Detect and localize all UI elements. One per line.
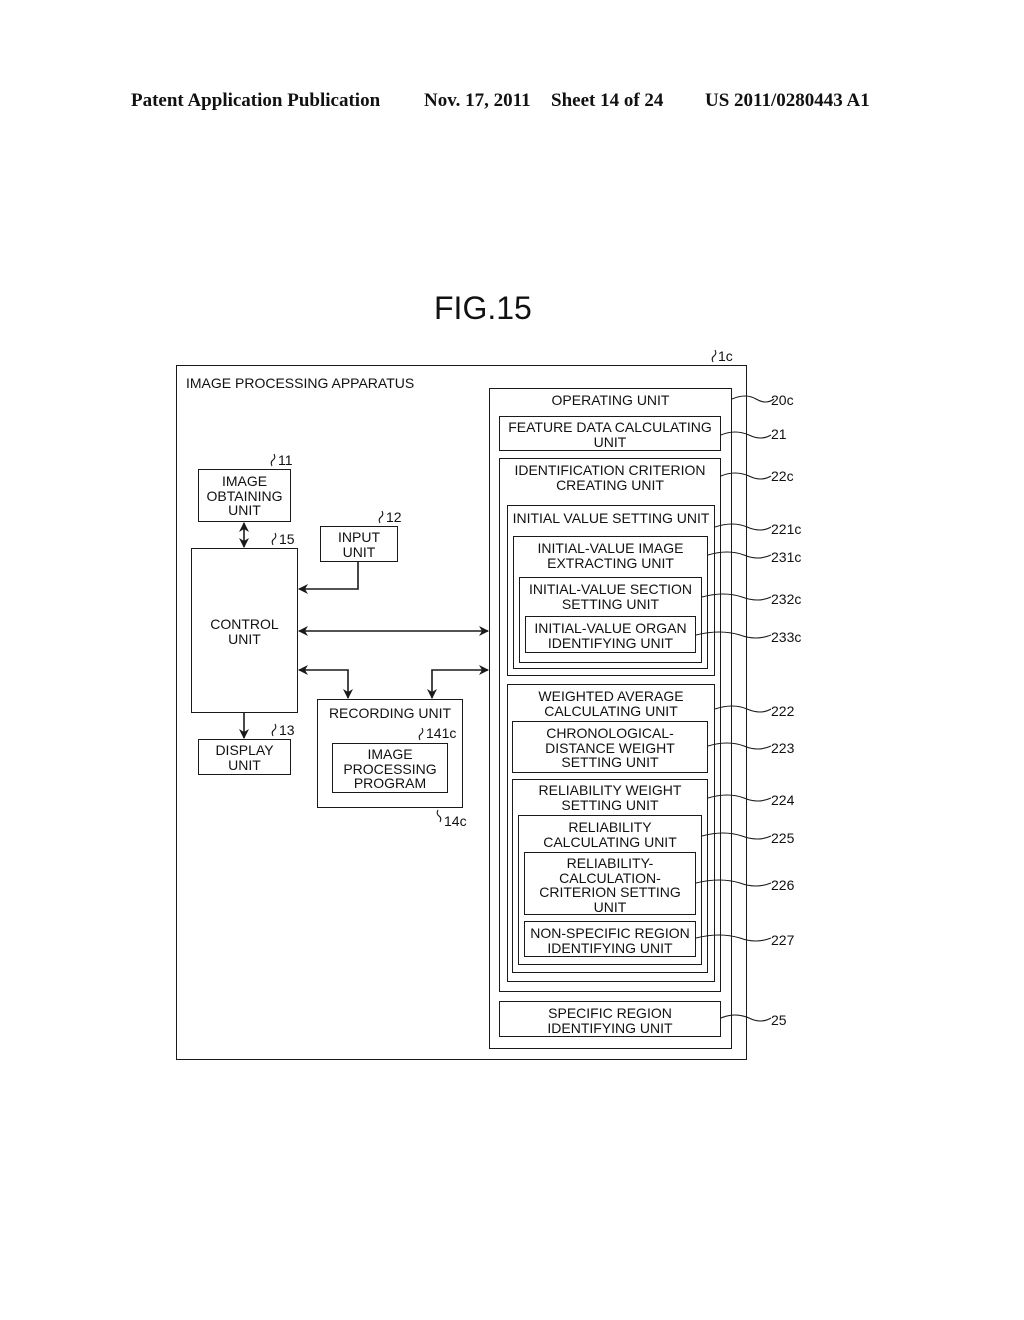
image-obtaining-unit-label: IMAGE OBTAINING UNIT bbox=[206, 473, 283, 518]
initial-value-section-setting-unit-label: INITIAL-VALUE SECTION SETTING UNIT bbox=[528, 581, 693, 612]
ref-227: 227 bbox=[771, 932, 795, 948]
identification-criterion-creating-unit-label: IDENTIFICATION CRITERION CREATING UNIT bbox=[514, 462, 706, 493]
image-processing-program-label: IMAGE PROCESSING PROGRAM bbox=[343, 746, 437, 791]
non-specific-region-identifying-unit-label: NON-SPECIFIC REGION IDENTIFYING UNIT bbox=[530, 925, 690, 956]
publication-label: Patent Application Publication bbox=[131, 90, 381, 111]
ref-226: 226 bbox=[771, 877, 795, 893]
input-unit-label: INPUT UNIT bbox=[338, 529, 380, 560]
ref-232c: 232c bbox=[771, 591, 802, 607]
initial-value-organ-identifying-unit-label: INITIAL-VALUE ORGAN IDENTIFYING UNIT bbox=[534, 620, 687, 651]
ref-223: 223 bbox=[771, 740, 795, 756]
reliability-calculating-unit-label: RELIABILITY CALCULATING UNIT bbox=[543, 819, 677, 850]
ref-225: 225 bbox=[771, 830, 795, 846]
weighted-average-calculating-unit-label: WEIGHTED AVERAGE CALCULATING UNIT bbox=[538, 688, 684, 719]
ref-13: 13 bbox=[279, 722, 295, 738]
ref-25: 25 bbox=[771, 1012, 787, 1028]
reliability-weight-setting-unit-label: RELIABILITY WEIGHT SETTING UNIT bbox=[538, 782, 682, 813]
leader-1c bbox=[711, 349, 717, 363]
feature-data-calculating-unit-label: FEATURE DATA CALCULATING UNIT bbox=[508, 419, 712, 450]
ref-22c: 22c bbox=[771, 468, 794, 484]
recording-unit-label: RECORDING UNIT bbox=[328, 705, 452, 721]
ref-221c: 221c bbox=[771, 521, 802, 537]
publication-date: Nov. 17, 2011 bbox=[424, 90, 531, 111]
initial-value-setting-unit-label: INITIAL VALUE SETTING UNIT bbox=[512, 510, 710, 526]
specific-region-identifying-unit-label: SPECIFIC REGION IDENTIFYING UNIT bbox=[547, 1005, 673, 1036]
figure-title: FIG.15 bbox=[434, 290, 532, 326]
ref-224: 224 bbox=[771, 792, 795, 808]
reliability-calculation-criterion-setting-unit-label: RELIABILITY- CALCULATION- CRITERION SETT… bbox=[539, 855, 681, 915]
sheet-number: Sheet 14 of 24 bbox=[551, 90, 664, 111]
ref-21: 21 bbox=[771, 426, 787, 442]
patent-number: US 2011/0280443 A1 bbox=[705, 90, 870, 111]
control-unit-label: CONTROL UNIT bbox=[210, 616, 279, 647]
ref-11: 11 bbox=[278, 452, 293, 468]
apparatus-label: IMAGE PROCESSING APPARATUS bbox=[186, 375, 415, 391]
ref-141c: 141c bbox=[426, 725, 457, 741]
ref-233c: 233c bbox=[771, 629, 802, 645]
chronological-distance-weight-setting-unit-label: CHRONOLOGICAL- DISTANCE WEIGHT SETTING U… bbox=[545, 725, 675, 770]
display-unit-label: DISPLAY UNIT bbox=[215, 742, 274, 773]
ref-231c: 231c bbox=[771, 549, 802, 565]
ref-12: 12 bbox=[386, 509, 402, 525]
operating-unit-label: OPERATING UNIT bbox=[551, 392, 670, 408]
initial-value-image-extracting-unit-label: INITIAL-VALUE IMAGE EXTRACTING UNIT bbox=[537, 540, 684, 571]
ref-15: 15 bbox=[279, 531, 295, 547]
ref-14c: 14c bbox=[444, 813, 467, 829]
ref-222: 222 bbox=[771, 703, 795, 719]
ref-1c: 1c bbox=[718, 348, 733, 364]
ref-20c: 20c bbox=[771, 392, 794, 408]
